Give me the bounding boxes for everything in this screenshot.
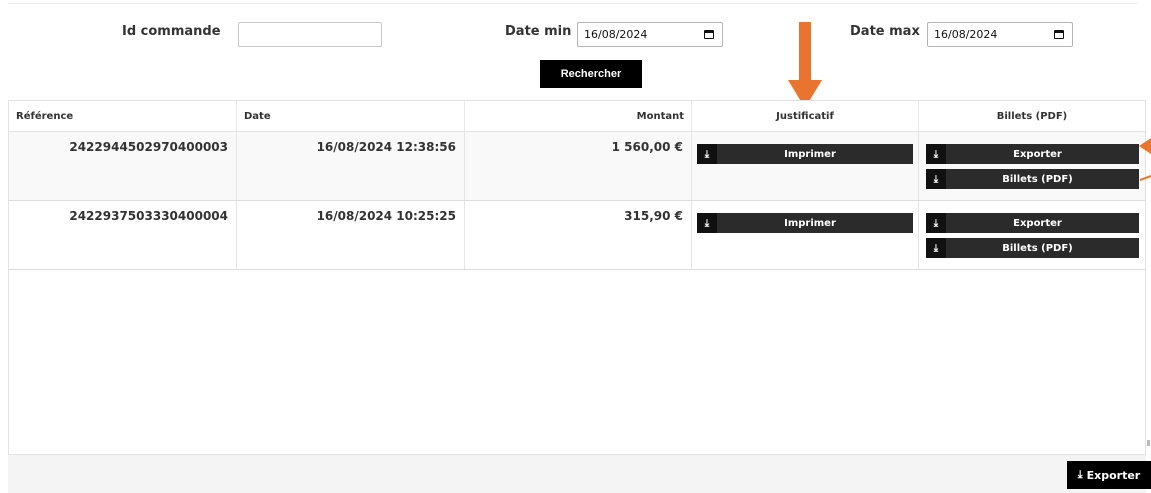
scrollbar-arrow[interactable] — [1147, 440, 1150, 446]
cell-justificatif: ⤓ Imprimer — [692, 201, 919, 269]
table-footer — [8, 454, 1146, 493]
calendar-icon[interactable] — [704, 30, 714, 39]
table-row: 2422937503330400004 16/08/2024 10:25:25 … — [9, 201, 1145, 270]
download-icon: ⤓ — [926, 213, 946, 233]
cell-reference: 2422937503330400004 — [9, 201, 237, 269]
date-value: 16/08/2024 10:25:25 — [316, 209, 456, 223]
search-button[interactable]: Rechercher — [540, 60, 642, 88]
download-icon: ⤓ — [1077, 468, 1083, 481]
column-header-reference[interactable]: Référence — [9, 101, 237, 131]
cell-reference: 2422944502970400003 — [9, 132, 237, 200]
cell-montant: 1 560,00 € — [465, 132, 692, 200]
download-icon: ⤓ — [926, 238, 946, 258]
date-max-label: Date max — [850, 24, 920, 39]
download-icon: ⤓ — [926, 144, 946, 164]
exporter-button[interactable]: ⤓ Exporter — [926, 144, 1139, 164]
montant-value: 315,90 € — [624, 209, 683, 223]
table-header: Référence Date Montant Justificatif Bill… — [9, 101, 1145, 133]
export-all-button[interactable]: ⤓ Exporter — [1067, 461, 1151, 489]
cell-billets: ⤓ Exporter ⤓ Billets (PDF) — [919, 132, 1145, 200]
date-min-value: 16/08/2024 — [584, 28, 648, 41]
top-divider — [8, 3, 1138, 4]
imprimer-button[interactable]: ⤓ Imprimer — [697, 144, 913, 164]
cell-date: 16/08/2024 12:38:56 — [237, 132, 465, 200]
cell-billets: ⤓ Exporter ⤓ Billets (PDF) — [919, 201, 1145, 269]
annotation-arrow-left-icon — [1139, 138, 1151, 181]
column-header-date[interactable]: Date — [237, 101, 465, 131]
annotation-arrow-down-icon — [788, 22, 822, 108]
date-min-input[interactable]: 16/08/2024 — [577, 22, 723, 47]
id-commande-label: Id commande — [122, 24, 221, 39]
calendar-icon[interactable] — [1054, 30, 1064, 39]
date-min-label: Date min — [505, 24, 572, 39]
cell-montant: 315,90 € — [465, 201, 692, 269]
cell-justificatif: ⤓ Imprimer — [692, 132, 919, 200]
id-commande-input[interactable] — [238, 22, 382, 47]
column-header-montant[interactable]: Montant — [465, 101, 692, 131]
column-header-justificatif[interactable]: Justificatif — [692, 101, 919, 131]
billets-pdf-button[interactable]: ⤓ Billets (PDF) — [926, 238, 1139, 258]
reference-value: 2422937503330400004 — [69, 209, 228, 223]
imprimer-button[interactable]: ⤓ Imprimer — [697, 213, 913, 233]
date-max-value: 16/08/2024 — [934, 28, 998, 41]
montant-value: 1 560,00 € — [611, 140, 683, 154]
exporter-button[interactable]: ⤓ Exporter — [926, 213, 1139, 233]
cell-date: 16/08/2024 10:25:25 — [237, 201, 465, 269]
reference-value: 2422944502970400003 — [69, 140, 228, 154]
orders-table: Référence Date Montant Justificatif Bill… — [8, 100, 1146, 466]
table-row: 2422944502970400003 16/08/2024 12:38:56 … — [9, 132, 1145, 201]
column-header-billets[interactable]: Billets (PDF) — [919, 101, 1145, 131]
date-max-input[interactable]: 16/08/2024 — [927, 22, 1073, 47]
date-value: 16/08/2024 12:38:56 — [316, 140, 456, 154]
billets-pdf-button[interactable]: ⤓ Billets (PDF) — [926, 169, 1139, 189]
download-icon: ⤓ — [697, 213, 717, 233]
download-icon: ⤓ — [697, 144, 717, 164]
download-icon: ⤓ — [926, 169, 946, 189]
